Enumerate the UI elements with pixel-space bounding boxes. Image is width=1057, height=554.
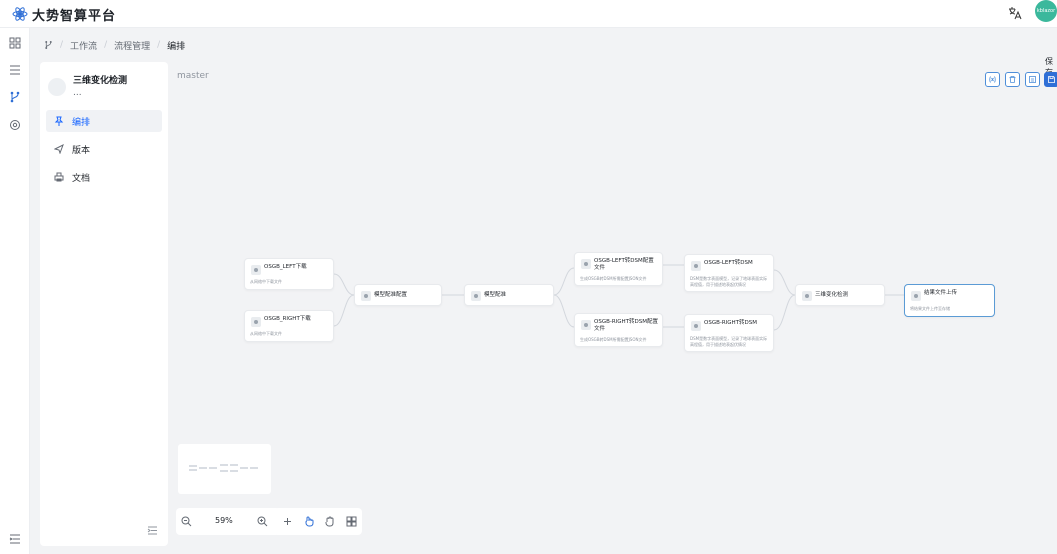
list-icon[interactable] [9,64,21,76]
breadcrumb-item[interactable]: 工作流 [70,39,97,52]
minimap-node [220,464,228,466]
node-icon [581,320,591,330]
add-icon[interactable] [282,516,293,527]
node-icon [802,291,812,301]
node-description: 将结果文件上传至存储 [910,306,950,311]
workflow-node[interactable]: OSGB-LEFT转DSM配置文件 生成OSGB转DSM所需配置JSON文件 [574,252,663,286]
menu-item-label: 版本 [72,146,91,156]
workflow-node[interactable]: OSGB-LEFT转DSM DSM是数字表面模型，记录了地球表面实际高程值，用于… [684,254,774,292]
node-description: 生成OSGB转DSM所需配置JSON文件 [580,337,647,342]
breadcrumb-separator: / [104,40,108,50]
minimap-node [250,467,258,469]
edge [553,267,575,296]
layout-icon[interactable] [346,516,357,527]
breadcrumb: / 工作流 / 流程管理 / 编排 [44,38,185,52]
node-title: 结果文件上传 [924,290,958,296]
breadcrumb-current: 编排 [167,41,186,52]
collapse-icon[interactable] [147,525,158,536]
node-description: DSM是数字表面模型，记录了地球表面实际高程值，用于描述地表起伏情况 [690,276,768,287]
workflow-node[interactable]: OSGB-RIGHT转DSM DSM是数字表面模型，记录了地球表面实际高程值，用… [684,314,774,352]
node-title: OSGB_LEFT下载 [264,264,307,270]
print-icon [54,172,64,182]
pointer-icon[interactable] [304,516,315,527]
node-title: OSGB-LEFT转DSM配置文件 [594,258,654,271]
node-icon [361,291,371,301]
node-title: OSGB_RIGHT下载 [264,316,311,322]
project-more[interactable]: ... [73,88,82,98]
minimap-node [230,470,238,472]
top-bar: 大势智算平台 kblazor [0,0,1057,28]
minimap-node [240,467,248,469]
node-title: OSGB-RIGHT转DSM配置文件 [594,319,659,332]
breadcrumb-separator: / [157,40,161,50]
pin-icon [54,116,64,126]
node-icon [471,291,481,301]
node-icon [691,321,701,331]
translate-icon[interactable] [1008,6,1022,20]
settings-icon[interactable] [9,119,21,131]
workflow-node[interactable]: OSGB-RIGHT转DSM配置文件 生成OSGB转DSM所需配置JSON文件 [574,313,663,347]
canvas-tools [274,508,362,535]
workflow-canvas[interactable]: master 保存 OSGB_LEFT下载 从网络中下载文件 [168,57,1057,554]
zoom-out-icon[interactable] [181,516,192,527]
workflow-node[interactable]: 模型配准 [464,284,554,306]
project-avatar [48,78,66,96]
edge [333,273,355,296]
app-title: 大势智算平台 [32,9,117,24]
logo-icon [12,7,28,21]
hand-icon[interactable] [324,516,335,527]
workflow-node[interactable]: OSGB_LEFT下载 从网络中下载文件 [244,258,334,290]
node-icon [691,261,701,271]
minimap-node [230,464,238,466]
minimap-node [220,470,228,472]
minimap-node [199,467,207,469]
project-panel: 三维变化检测 ... 编排 版本 文档 [40,62,168,546]
breadcrumb-separator: / [60,40,64,50]
edge [773,294,796,331]
zoom-controls: 59% [176,508,280,535]
menu-item-orchestrate[interactable]: 编排 [46,110,162,132]
minimap-node [189,469,197,471]
left-rail [0,28,30,554]
workflow-node[interactable]: OSGB_RIGHT下载 从网络中下载文件 [244,310,334,342]
grid-icon[interactable] [9,37,21,49]
minimap[interactable] [178,444,271,494]
minimap-node [209,467,217,469]
menu-item-docs[interactable]: 文档 [46,166,162,188]
zoom-in-icon[interactable] [257,516,268,527]
node-title: 三维变化检测 [815,292,849,298]
node-icon [251,317,261,327]
node-description: 从网络中下载文件 [250,331,282,336]
zoom-level: 59% [215,516,233,525]
edge [553,294,575,328]
minimap-node [189,465,197,467]
node-title: 模型配准 [484,292,507,298]
workflow-icon [45,41,52,49]
edge [333,294,355,327]
edge [773,269,796,296]
node-icon [251,265,261,275]
rail-menu-icon[interactable] [9,533,21,545]
send-icon [54,144,64,154]
node-description: 生成OSGB转DSM所需配置JSON文件 [580,276,647,281]
node-description: DSM是数字表面模型，记录了地球表面实际高程值，用于描述地表起伏情况 [690,336,768,347]
workflow-node-selected[interactable]: 结果文件上传 将结果文件上传至存储 [904,284,995,317]
node-title: OSGB-LEFT转DSM [704,260,753,266]
workflow-node[interactable]: 模型配准配置 [354,284,442,306]
avatar[interactable]: kblazor [1035,0,1057,22]
node-icon [581,259,591,269]
menu-item-version[interactable]: 版本 [46,138,162,160]
breadcrumb-item[interactable]: 流程管理 [114,39,150,52]
node-description: 从网络中下载文件 [250,279,282,284]
node-icon [911,291,921,301]
workflow-node[interactable]: 三维变化检测 [795,284,885,306]
workflow-icon[interactable] [9,91,21,103]
node-title: 模型配准配置 [374,292,408,298]
node-title: OSGB-RIGHT转DSM [704,320,758,326]
menu-item-label: 文档 [72,174,91,184]
project-name: 三维变化检测 [73,76,128,86]
menu-item-label: 编排 [72,118,91,128]
